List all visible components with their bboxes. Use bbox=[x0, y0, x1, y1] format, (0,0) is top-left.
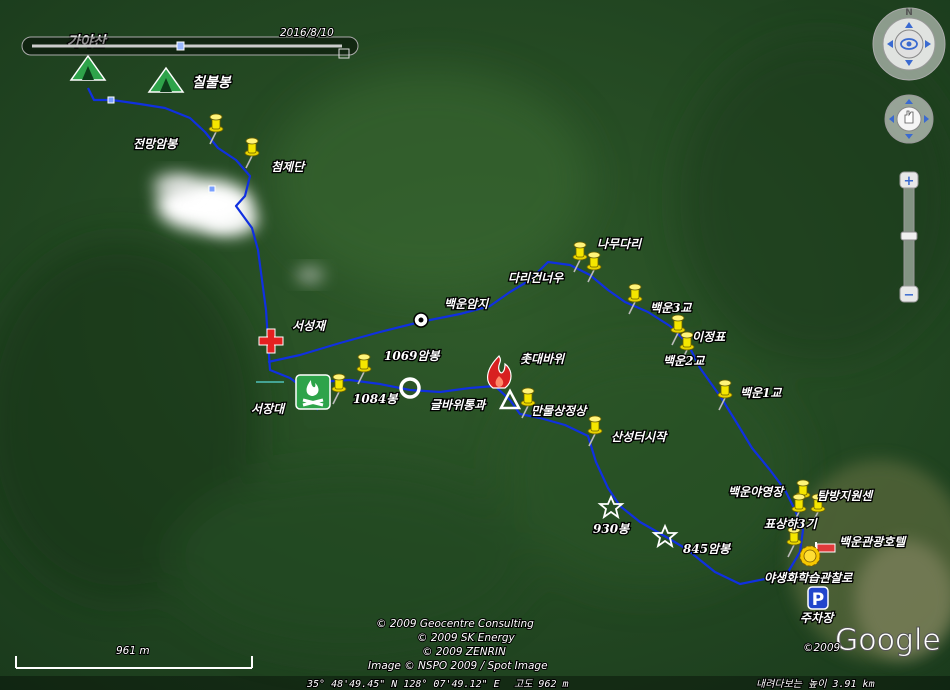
status-elevation: 고도 962 m bbox=[514, 679, 569, 690]
label-baekun3: 백운3교 bbox=[650, 301, 692, 315]
label-pyosang: 표상하3기 bbox=[764, 517, 818, 531]
svg-text:+: + bbox=[904, 174, 915, 189]
zoom-slider-handle[interactable] bbox=[900, 231, 918, 241]
status-eye-altitude: 내려다보는 높이 3.91 km bbox=[756, 678, 875, 690]
scale-label: 961 m bbox=[116, 645, 150, 657]
label-yayeongjang: 백운야영장 bbox=[728, 485, 785, 499]
logo-copyright: ©2009 bbox=[803, 642, 841, 654]
label-tambang: 탐방지원센 bbox=[817, 489, 874, 503]
label-geulbawi: 글바위통과 bbox=[430, 398, 487, 412]
credit-line-1: © 2009 Geocentre Consulting bbox=[376, 618, 534, 630]
label-manmulsang: 만물상정상 bbox=[531, 404, 588, 418]
circle-icon[interactable] bbox=[413, 312, 429, 328]
label-baekun2: 백운2교 bbox=[663, 354, 705, 368]
waypoint-square bbox=[107, 96, 115, 104]
label-yasaeng: 야생화학습관찰로 bbox=[764, 571, 853, 585]
zoom-in-icon[interactable]: + bbox=[899, 171, 919, 189]
label-bong930: 930봉 bbox=[593, 522, 630, 536]
status-coordinates: 35° 48'49.45" N 128° 07'49.12" E bbox=[306, 679, 500, 690]
label-ijeongpyo: 이정표 bbox=[692, 330, 727, 344]
zoom-out-icon[interactable]: − bbox=[899, 285, 919, 303]
credit-line-4: Image © NSPO 2009 / Spot Image bbox=[368, 660, 548, 672]
label-seojangdae: 서장대 bbox=[251, 402, 286, 416]
compass-control[interactable]: N bbox=[872, 7, 946, 81]
label-jeonmangambong: 전망암봉 bbox=[133, 137, 178, 151]
compass-north-label: N bbox=[905, 8, 913, 18]
svg-text:P: P bbox=[812, 590, 824, 610]
credit-line-3: © 2009 ZENRIN bbox=[422, 646, 506, 658]
label-chilbulbong: 칠불봉 bbox=[192, 75, 232, 91]
label-chotdaebawi: 촛대바위 bbox=[520, 352, 566, 366]
label-bong1069: 1069암봉 bbox=[384, 349, 440, 363]
label-baekun1: 백운1교 bbox=[740, 386, 782, 400]
label-namudari: 나무다리 bbox=[597, 237, 643, 251]
pan-control[interactable] bbox=[884, 94, 934, 144]
parking-icon[interactable]: P bbox=[807, 586, 829, 610]
label-seoseongjae: 서성재 bbox=[292, 319, 327, 333]
label-baekunamji: 백운암지 bbox=[444, 297, 490, 311]
campfire-icon[interactable] bbox=[295, 374, 331, 410]
time-slider-handle[interactable] bbox=[176, 41, 185, 51]
map-view[interactable]: P 가야산 칠불봉 전망암봉 첨제단 서성재 서장대 백운암지 1069암봉 1… bbox=[0, 0, 950, 690]
svg-text:−: − bbox=[904, 288, 915, 303]
label-dari: 다리건너우 bbox=[508, 271, 564, 285]
waypoint-square bbox=[208, 185, 216, 193]
label-cheomjedan: 첨제단 bbox=[271, 160, 306, 174]
google-logo: Google bbox=[835, 623, 941, 658]
label-sanseong: 산성터시작 bbox=[611, 430, 668, 444]
label-bong845: 845암봉 bbox=[683, 542, 731, 556]
label-bong1084: 1084봉 bbox=[353, 392, 398, 406]
credit-line-2: © 2009 SK Energy bbox=[417, 632, 516, 644]
time-slider[interactable] bbox=[21, 36, 359, 59]
label-juchajang: 주차장 bbox=[800, 611, 835, 625]
sun-icon[interactable] bbox=[799, 545, 821, 567]
timeline-date: 2016/8/10 bbox=[280, 27, 334, 39]
label-baekungwang: 백운관광호텔 bbox=[839, 535, 907, 549]
